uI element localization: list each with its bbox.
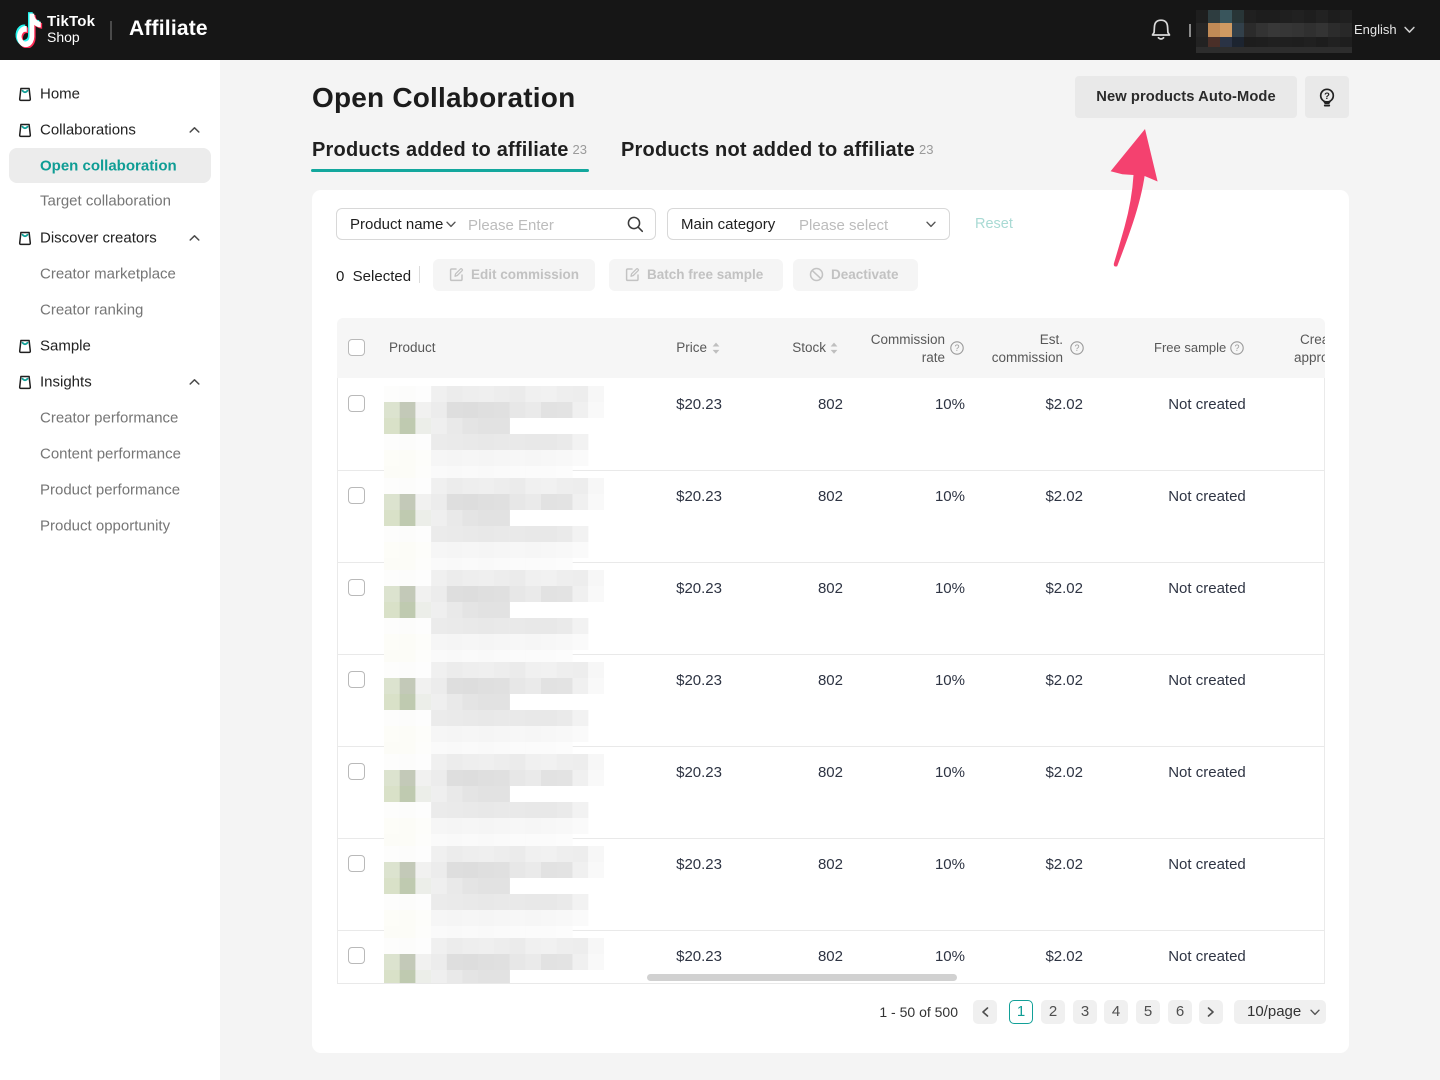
svg-text:?: ? — [954, 343, 959, 353]
svg-text:?: ? — [1074, 343, 1079, 353]
svg-text:?: ? — [1234, 343, 1239, 353]
svg-text:?: ? — [1324, 91, 1330, 102]
